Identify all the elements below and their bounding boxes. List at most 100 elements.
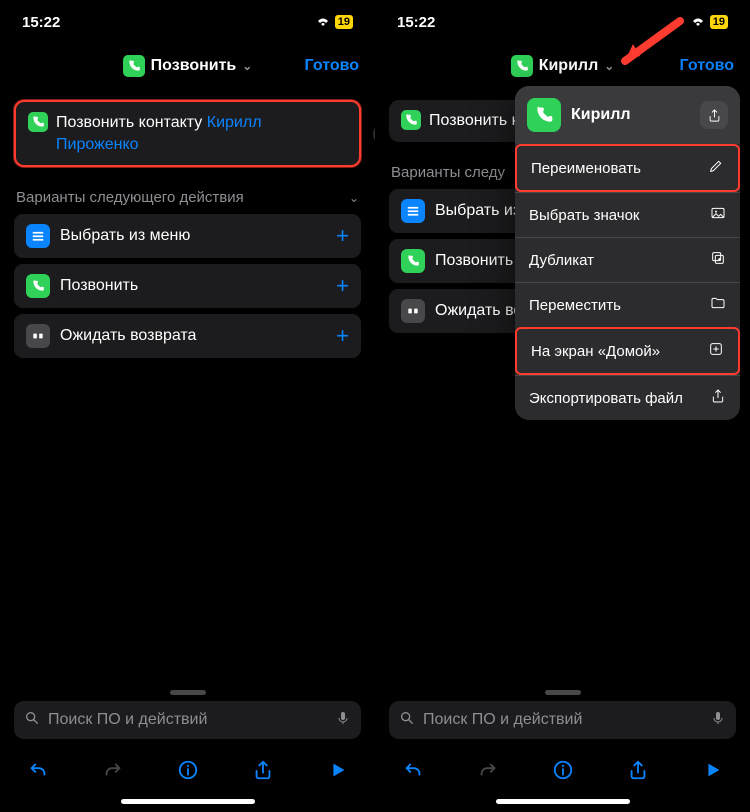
search-placeholder: Поиск ПО и действий bbox=[48, 711, 207, 729]
wait-icon bbox=[26, 324, 50, 348]
phone-app-icon bbox=[527, 98, 561, 132]
suggestion-label: Позвонить bbox=[60, 277, 138, 295]
menu-item-label: Выбрать значок bbox=[529, 207, 639, 224]
menu-item-duplicate[interactable]: Дубликат bbox=[515, 237, 740, 282]
phone-app-icon bbox=[401, 110, 421, 130]
content: Позвонить контакту Кирилл Пироженко Вари… bbox=[0, 88, 375, 684]
undo-button[interactable] bbox=[16, 748, 60, 792]
run-button[interactable] bbox=[316, 748, 360, 792]
share-icon-button[interactable] bbox=[700, 101, 728, 129]
toolbar bbox=[375, 745, 750, 795]
menu-item-move[interactable]: Переместить bbox=[515, 282, 740, 327]
plus-icon[interactable]: + bbox=[336, 273, 349, 299]
undo-button[interactable] bbox=[391, 748, 435, 792]
header: Кирилл ⌄ Готово bbox=[375, 44, 750, 88]
suggestion-call[interactable]: Позвонить + bbox=[14, 264, 361, 308]
battery-percent: 19 bbox=[710, 15, 728, 29]
plus-square-icon bbox=[708, 341, 724, 361]
mic-icon[interactable] bbox=[710, 710, 726, 731]
wifi-icon bbox=[315, 16, 331, 28]
shortcut-context-menu: Кирилл Переименовать Выбрать значок Дубл… bbox=[515, 86, 740, 420]
action-card[interactable]: Позвонить контакту Кирилл Пироженко bbox=[14, 100, 361, 167]
drag-handle[interactable] bbox=[170, 690, 206, 695]
header-title: Кирилл bbox=[539, 57, 599, 75]
status-right: 19 bbox=[686, 15, 728, 29]
redo-button bbox=[466, 748, 510, 792]
drag-handle[interactable] bbox=[545, 690, 581, 695]
share-button[interactable] bbox=[616, 748, 660, 792]
status-time: 15:22 bbox=[397, 14, 435, 31]
action-prefix: Позвонить контакту bbox=[56, 114, 202, 131]
menu-item-label: На экран «Домой» bbox=[531, 343, 660, 360]
search-icon bbox=[24, 710, 40, 731]
suggestion-label: Ожидать возврата bbox=[60, 327, 196, 345]
run-button[interactable] bbox=[691, 748, 735, 792]
status-bar: 15:22 19 bbox=[0, 0, 375, 44]
phone-app-icon bbox=[511, 55, 533, 77]
folder-icon bbox=[710, 295, 726, 315]
search-icon bbox=[399, 710, 415, 731]
status-bar: 15:22 19 bbox=[375, 0, 750, 44]
popover-header: Кирилл bbox=[515, 86, 740, 144]
header-title-group[interactable]: Кирилл ⌄ bbox=[511, 55, 615, 77]
search-bar[interactable]: Поиск ПО и действий bbox=[389, 701, 736, 739]
battery-percent: 19 bbox=[335, 15, 353, 29]
menu-item-label: Переименовать bbox=[531, 160, 641, 177]
plus-icon[interactable]: + bbox=[336, 223, 349, 249]
pencil-icon bbox=[708, 158, 724, 178]
phone-app-icon bbox=[28, 112, 48, 132]
menu-item-label: Переместить bbox=[529, 297, 621, 314]
toolbar bbox=[0, 745, 375, 795]
bottom-sheet: Поиск ПО и действий bbox=[375, 684, 750, 812]
search-placeholder: Поиск ПО и действий bbox=[423, 711, 582, 729]
home-indicator[interactable] bbox=[496, 799, 630, 804]
next-action-label: Варианты следующего действия bbox=[16, 189, 244, 206]
chevron-down-icon: ⌄ bbox=[242, 59, 252, 73]
header: Позвонить ⌄ Готово bbox=[0, 44, 375, 88]
done-button[interactable]: Готово bbox=[680, 57, 734, 75]
menu-item-rename[interactable]: Переименовать bbox=[515, 144, 740, 192]
info-button[interactable] bbox=[166, 748, 210, 792]
menu-item-choose-icon[interactable]: Выбрать значок bbox=[515, 192, 740, 237]
chevron-down-icon: ⌄ bbox=[349, 191, 359, 205]
suggestion-wait-return[interactable]: Ожидать возврата + bbox=[14, 314, 361, 358]
phone-icon bbox=[26, 274, 50, 298]
status-time: 15:22 bbox=[22, 14, 60, 31]
search-bar[interactable]: Поиск ПО и действий bbox=[14, 701, 361, 739]
popover-title: Кирилл bbox=[571, 106, 690, 124]
menu-icon bbox=[401, 199, 425, 223]
phone-left: 15:22 19 Позвонить ⌄ Готово Позвонить ко… bbox=[0, 0, 375, 812]
phone-icon bbox=[401, 249, 425, 273]
chevron-down-icon: ⌄ bbox=[604, 59, 614, 73]
phone-right: 15:22 19 Кирилл ⌄ Готово Позвонить конта… bbox=[375, 0, 750, 812]
image-icon bbox=[710, 205, 726, 225]
share-icon bbox=[710, 388, 726, 408]
suggestion-list: Выбрать из меню + Позвонить + Ожидать во… bbox=[14, 214, 361, 358]
wifi-icon bbox=[690, 16, 706, 28]
status-right: 19 bbox=[311, 15, 353, 29]
share-button[interactable] bbox=[241, 748, 285, 792]
info-button[interactable] bbox=[541, 748, 585, 792]
done-button[interactable]: Готово bbox=[305, 57, 359, 75]
plus-icon[interactable]: + bbox=[336, 323, 349, 349]
header-title-group[interactable]: Позвонить ⌄ bbox=[123, 55, 253, 77]
battery-icon: 19 bbox=[335, 15, 353, 29]
wait-icon bbox=[401, 299, 425, 323]
battery-icon: 19 bbox=[710, 15, 728, 29]
menu-item-label: Дубликат bbox=[529, 252, 594, 269]
next-action-label: Варианты следу bbox=[391, 164, 505, 181]
action-text: Позвонить контакту Кирилл Пироженко bbox=[56, 112, 347, 155]
bottom-sheet: Поиск ПО и действий bbox=[0, 684, 375, 812]
suggestion-label: Позвонить bbox=[435, 252, 513, 270]
menu-item-label: Экспортировать файл bbox=[529, 390, 683, 407]
suggestion-choose-from-menu[interactable]: Выбрать из меню + bbox=[14, 214, 361, 258]
home-indicator[interactable] bbox=[121, 799, 255, 804]
next-action-header[interactable]: Варианты следующего действия ⌄ bbox=[14, 185, 361, 214]
mic-icon[interactable] bbox=[335, 710, 351, 731]
menu-icon bbox=[26, 224, 50, 248]
redo-button bbox=[91, 748, 135, 792]
duplicate-icon bbox=[710, 250, 726, 270]
menu-item-add-to-home[interactable]: На экран «Домой» bbox=[515, 327, 740, 375]
menu-item-export-file[interactable]: Экспортировать файл bbox=[515, 375, 740, 420]
header-title: Позвонить bbox=[151, 57, 237, 75]
